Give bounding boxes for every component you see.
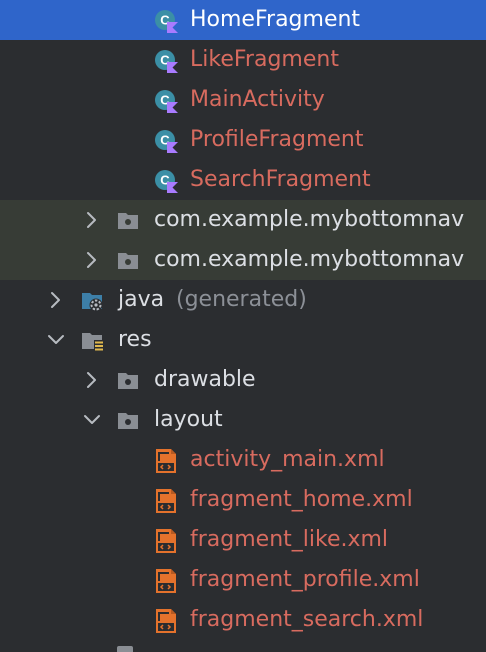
tree-item-label: fragment_like.xml: [190, 527, 389, 552]
kotlin-class-icon: C: [154, 49, 178, 73]
chevron-right-icon[interactable]: [80, 240, 104, 280]
tree-item-searchfragment[interactable]: C SearchFragment: [0, 160, 486, 200]
tree-item-suffix: (generated): [176, 287, 307, 312]
package-folder-icon: [117, 210, 141, 234]
tree-item-label: HomeFragment: [190, 7, 361, 32]
tree-item-label: java: [118, 287, 165, 312]
tree-item-activity-main-xml[interactable]: activity_main.xml: [0, 440, 486, 480]
tree-item-java-generated[interactable]: java (generated): [0, 280, 486, 320]
tree-item-label: SearchFragment: [190, 167, 371, 192]
folder-icon: [117, 370, 141, 394]
chevron-right-icon[interactable]: [44, 280, 68, 320]
tree-item-fragment-profile-xml[interactable]: fragment_profile.xml: [0, 560, 486, 600]
xml-layout-file-icon: [153, 488, 177, 513]
tree-item-label: res: [118, 327, 152, 352]
tree-item-label: layout: [154, 407, 223, 432]
tree-item-label: MainActivity: [190, 87, 325, 112]
generated-source-folder-icon: [81, 290, 105, 314]
chevron-right-icon[interactable]: [80, 360, 104, 400]
tree-item-fragment-home-xml[interactable]: fragment_home.xml: [0, 480, 486, 520]
kotlin-class-icon: C: [154, 129, 178, 153]
tree-item-label: fragment_profile.xml: [190, 567, 420, 592]
tree-item-label: fragment_home.xml: [190, 487, 413, 512]
tree-item-label: drawable: [154, 367, 256, 392]
tree-item-fragment-search-xml[interactable]: fragment_search.xml: [0, 600, 486, 640]
tree-item-label: activity_main.xml: [190, 447, 385, 472]
tree-item-label: com.example.mybottomnav: [154, 247, 465, 272]
resources-folder-icon: [81, 330, 105, 354]
folder-icon: [117, 646, 133, 652]
xml-layout-file-icon: [153, 528, 177, 553]
xml-layout-file-icon: [153, 448, 177, 473]
kotlin-class-icon: C: [154, 89, 178, 113]
tree-item-likefragment[interactable]: C LikeFragment: [0, 40, 486, 80]
tree-item-mainactivity[interactable]: C MainActivity: [0, 80, 486, 120]
tree-item-fragment-like-xml[interactable]: fragment_like.xml: [0, 520, 486, 560]
chevron-down-icon[interactable]: [44, 320, 68, 360]
chevron-down-icon[interactable]: [80, 400, 104, 440]
chevron-right-icon[interactable]: [80, 200, 104, 240]
tree-item-package-test[interactable]: com.example.mybottomnav: [0, 240, 486, 280]
tree-item-drawable[interactable]: drawable: [0, 360, 486, 400]
kotlin-class-icon: C: [154, 169, 178, 193]
folder-icon: [117, 410, 141, 434]
package-folder-icon: [117, 250, 141, 274]
tree-item-package-androidtest[interactable]: com.example.mybottomnav: [0, 200, 486, 240]
tree-item-profilefragment[interactable]: C ProfileFragment: [0, 120, 486, 160]
tree-item-layout[interactable]: layout: [0, 400, 486, 440]
tree-item-homefragment[interactable]: C HomeFragment: [0, 0, 486, 40]
tree-item-label: ProfileFragment: [190, 127, 364, 152]
tree-item-label: LikeFragment: [190, 47, 339, 72]
tree-item-label: fragment_search.xml: [190, 607, 424, 632]
xml-layout-file-icon: [153, 608, 177, 633]
kotlin-class-icon: C: [154, 9, 178, 33]
project-tree: C HomeFragment C LikeFragment C MainActi…: [0, 0, 486, 652]
tree-item-label: com.example.mybottomnav: [154, 207, 465, 232]
tree-item-res[interactable]: res: [0, 320, 486, 360]
xml-layout-file-icon: [153, 568, 177, 593]
